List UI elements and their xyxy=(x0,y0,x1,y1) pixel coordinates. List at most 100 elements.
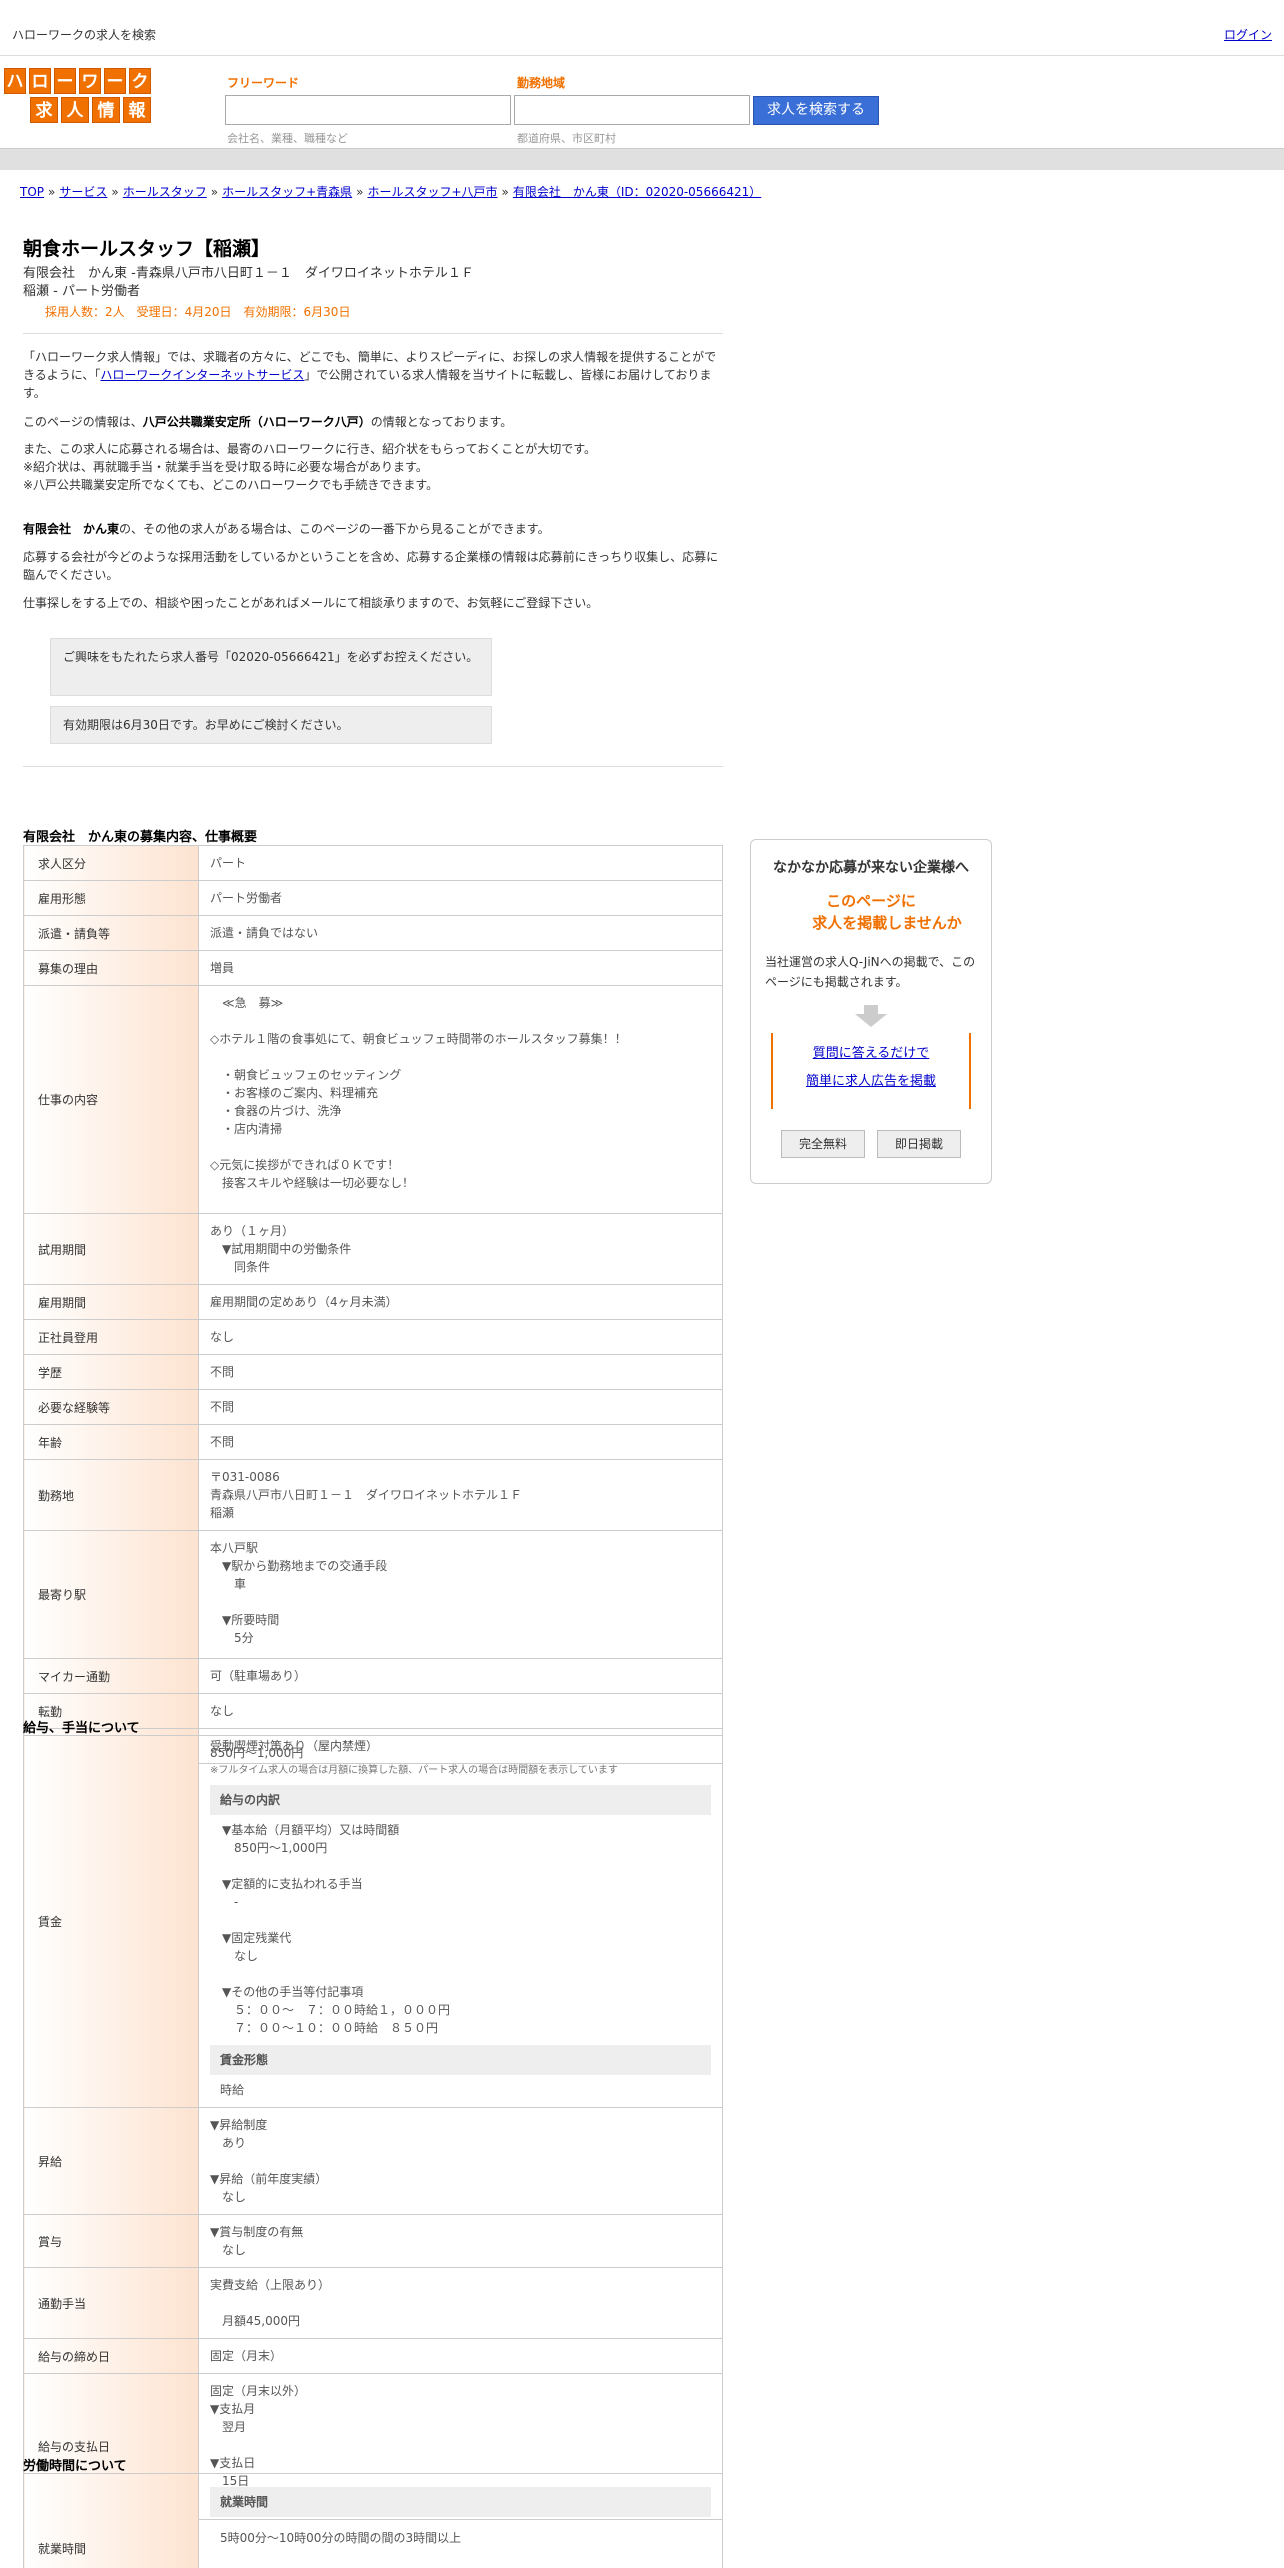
logo-char: 人 xyxy=(61,97,89,123)
row-value: 固定（月末） xyxy=(198,2338,723,2374)
row-label: 正社員登用 xyxy=(23,1319,199,1355)
intro-text: このページの情報は、 xyxy=(23,415,143,429)
breadcrumb-link[interactable]: ホールスタッフ xyxy=(123,185,207,199)
logo-char: ー xyxy=(54,68,76,94)
logo-char: ロ xyxy=(29,68,51,94)
row-value: ▼賞与制度の有無 なし xyxy=(198,2214,723,2268)
breadcrumb-separator: » xyxy=(48,185,56,199)
location-input[interactable] xyxy=(514,95,750,125)
breadcrumb-link[interactable]: ホールスタッフ+八戸市 xyxy=(367,185,497,199)
intro-paragraph-2: このページの情報は、八戸公共職業安定所（ハローワーク八戸）の情報となっております… xyxy=(23,413,723,431)
breadcrumb: TOP» サービス» ホールスタッフ» ホールスタッフ+青森県» ホールスタッフ+八戸市… xyxy=(20,183,761,200)
intro-paragraph-6: 仕事探しをする上での、相談や困ったことがあればメールにて相談承りますので、お気軽… xyxy=(23,596,599,610)
wage-cell: 850円〜1,000円 ※フルタイム求人の場合は月額に換算した額、パート求人の場… xyxy=(198,1735,723,2108)
row-label: 雇用形態 xyxy=(23,880,199,916)
logo-row-1: ハローワーク xyxy=(4,68,180,94)
intro-paragraph-3: また、この求人に応募される場合は、最寄のハローワークに行き、紹介状をもらっておく… xyxy=(23,440,723,494)
row-value: 不問 xyxy=(198,1424,723,1460)
logo-char: ワ xyxy=(79,68,101,94)
row-label: 試用期間 xyxy=(23,1213,199,1285)
intro-paragraph-1: 「ハローワーク求人情報」では、求職者の方々に、どこでも、簡単に、よりスピーディに… xyxy=(23,348,723,402)
down-arrow-icon xyxy=(855,1005,887,1027)
freeword-input[interactable] xyxy=(225,95,511,125)
row-value: 実費支給（上限あり） 月額45,000円 xyxy=(198,2267,723,2339)
table-row: 仕事の内容 ≪急 募≫ ◇ホテル１階の食事処にて、朝食ビュッフェ時間帯のホールス… xyxy=(23,985,723,1214)
salary-table: 賃金 850円〜1,000円 ※フルタイム求人の場合は月額に換算した額、パート求… xyxy=(23,1735,723,2520)
freeword-hint: 会社名、業種、職種など xyxy=(227,132,348,145)
job-title: 朝食ホールスタッフ【稲瀬】 xyxy=(23,238,271,260)
search-header: ハローワーク 求人情報 フリーワード 会社名、業種、職種など 勤務地域 都道府県… xyxy=(0,56,1284,148)
row-value: 不問 xyxy=(198,1389,723,1425)
row-value: なし xyxy=(198,1319,723,1355)
same-day-tag[interactable]: 即日掲載 xyxy=(877,1130,961,1158)
intro-text: ※紹介状は、再就職手当・就業手当を受け取る時に必要な場合があります。 xyxy=(23,460,428,474)
advertise-catch: このページに 求人を掲載しませんか xyxy=(751,890,991,934)
breadcrumb-link[interactable]: 有限会社 かん東（ID：02020-05666421） xyxy=(513,185,761,199)
hours-cell: 就業時間 5時00分〜10時00分の時間の間の3時間以上 xyxy=(198,2473,723,2568)
intro-text: ※八戸公共職業安定所でなくても、どこのハローワークでも手続きできます。 xyxy=(23,478,439,492)
row-value: 派遣・請負ではない xyxy=(198,915,723,951)
wage-range: 850円〜1,000円 xyxy=(210,1746,304,1760)
hellowork-internet-link[interactable]: ハローワークインターネットサービス xyxy=(100,368,304,382)
logo-char: 報 xyxy=(123,97,151,123)
table-row: 学歴 不問 xyxy=(23,1354,723,1390)
intro-text: の、その他の求人がある場合は、このページの一番下から見ることができます。 xyxy=(119,522,550,536)
row-value: ≪急 募≫ ◇ホテル１階の食事処にて、朝食ビュッフェ時間帯のホールスタッフ募集！… xyxy=(198,985,723,1214)
location-label: 勤務地域 xyxy=(517,76,566,90)
advertise-link-2[interactable]: 簡単に求人広告を掲載 xyxy=(806,1074,936,1089)
search-button[interactable]: 求人を検索する xyxy=(753,96,879,125)
catch-line-2: 求人を掲載しませんか xyxy=(812,914,962,932)
row-value: 〒031-0086 青森県八戸市八日町１－１ ダイワロイネットホテル１Ｆ 稲瀬 xyxy=(198,1459,723,1531)
table-row: 正社員登用 なし xyxy=(23,1319,723,1355)
wage-note: ※フルタイム求人の場合は月額に換算した額、パート求人の場合は時間額を表示していま… xyxy=(210,1765,618,1776)
free-tag[interactable]: 完全無料 xyxy=(781,1130,865,1158)
row-label: 賃金 xyxy=(23,1735,199,2108)
login-link[interactable]: ログイン xyxy=(1224,26,1272,43)
job-number-notice: ご興味をもたれたら求人番号「02020-05666421」を必ずお控えください。 xyxy=(50,638,492,696)
breakdown-heading: 給与の内訳 xyxy=(210,1785,711,1815)
table-row: 昇給 ▼昇給制度 あり ▼昇給（前年度実績） なし xyxy=(23,2107,723,2215)
location-hint: 都道府県、市区町村 xyxy=(517,132,616,145)
table-row: 給与の締め日 固定（月末） xyxy=(23,2338,723,2374)
table-row: 年齢 不問 xyxy=(23,1424,723,1460)
intro-paragraph-4: 有限会社 かん東の、その他の求人がある場合は、このページの一番下から見ることがで… xyxy=(23,520,723,538)
advertise-link-1[interactable]: 質問に答えるだけで xyxy=(813,1046,930,1061)
overview-title: 有限会社 かん東の募集内容、仕事概要 xyxy=(23,830,258,845)
expiry-notice: 有効期限は6月30日です。お早めにご検討ください。 xyxy=(50,706,492,744)
row-value: パート労働者 xyxy=(198,880,723,916)
hellowork-logo[interactable]: ハローワーク 求人情報 xyxy=(4,68,180,126)
table-row: 試用期間 あり（１ヶ月） ▼試用期間中の労働条件 同条件 xyxy=(23,1213,723,1285)
row-label: 通勤手当 xyxy=(23,2267,199,2339)
office-name: 八戸公共職業安定所（ハローワーク八戸） xyxy=(142,415,371,429)
row-label: マイカー通勤 xyxy=(23,1658,199,1694)
breadcrumb-separator: » xyxy=(356,185,364,199)
advertise-description: 当社運営の求人Q-JiNへの掲載で、このページにも掲載されます。 xyxy=(765,955,976,989)
job-area-type: 稲瀬 - パート労働者 xyxy=(23,284,140,299)
row-value: パート xyxy=(198,845,723,881)
salary-title: 給与、手当について xyxy=(23,1721,140,1736)
table-row: 雇用期間 雇用期間の定めあり（4ヶ月未満） xyxy=(23,1284,723,1320)
hours-table: 就業時間 就業時間 5時00分〜10時00分の時間の間の3時間以上 xyxy=(23,2473,723,2568)
row-label: 給与の締め日 xyxy=(23,2338,199,2374)
intro-paragraph-5: 応募する会社が今どのような採用活動をしているかということを含め、応募する企業様の… xyxy=(23,550,719,582)
breadcrumb-link[interactable]: ホールスタッフ+青森県 xyxy=(222,185,352,199)
row-value: 不問 xyxy=(198,1354,723,1390)
breadcrumb-link[interactable]: TOP xyxy=(20,185,44,199)
top-bar: ハローワークの求人を検索 ログイン xyxy=(0,0,1284,56)
row-label: 賞与 xyxy=(23,2214,199,2268)
divider xyxy=(23,766,723,767)
row-value: ▼昇給制度 あり ▼昇給（前年度実績） なし xyxy=(198,2107,723,2215)
job-header: 朝食ホールスタッフ【稲瀬】 有限会社 かん東 -青森県八戸市八日町１－１ ダイワ… xyxy=(23,234,723,321)
wage-breakdown: ▼基本給（月額平均）又は時間額 850円〜1,000円 ▼定額的に支払われる手当… xyxy=(222,1823,451,2035)
overview-table: 求人区分 パート 雇用形態 パート労働者 派遣・請負等 派遣・請負ではない 募集の理由 増員仕… xyxy=(23,845,723,1764)
company-address: 有限会社 かん東 -青森県八戸市八日町１－１ ダイワロイネットホテル１Ｆ xyxy=(23,266,474,281)
breadcrumb-link[interactable]: サービス xyxy=(59,185,107,199)
row-label: 最寄り駅 xyxy=(23,1530,199,1659)
row-label: 昇給 xyxy=(23,2107,199,2215)
row-label: 仕事の内容 xyxy=(23,985,199,1214)
hours-title: 労働時間について xyxy=(23,2459,127,2474)
row-label: 雇用期間 xyxy=(23,1284,199,1320)
wage-form-heading: 賃金形態 xyxy=(210,2045,711,2075)
row-value: あり（１ヶ月） ▼試用期間中の労働条件 同条件 xyxy=(198,1213,723,1285)
table-row: 最寄り駅 本八戸駅 ▼駅から勤務地までの交通手段 車 ▼所要時間 5分 xyxy=(23,1530,723,1659)
